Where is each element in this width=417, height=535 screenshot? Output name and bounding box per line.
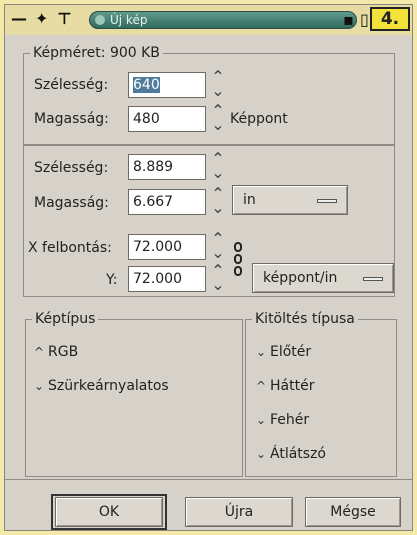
- pixel-width-input[interactable]: 640: [128, 72, 206, 98]
- dropdown-indicator-icon: [317, 199, 337, 203]
- dialog-button-bar: OK Újra Mégse: [5, 479, 412, 532]
- size-unit-select[interactable]: in: [232, 185, 348, 215]
- cancel-button[interactable]: Mégse: [305, 497, 401, 527]
- resolution-unit-select[interactable]: képpont/in: [252, 263, 394, 293]
- reset-button[interactable]: Újra: [185, 497, 293, 527]
- y-resolution-input[interactable]: 72.000: [128, 266, 206, 292]
- stay-on-top-icon[interactable]: ⊤: [57, 9, 72, 29]
- pixel-height-spinner[interactable]: ⌃ ⌄: [210, 103, 226, 133]
- maximize-icon[interactable]: ▯: [360, 10, 369, 30]
- window-title-pill: Új kép: [89, 11, 357, 29]
- print-width-input[interactable]: 8.889: [128, 154, 206, 180]
- y-resolution-spinner[interactable]: ⌃ ⌄: [210, 263, 226, 293]
- image-type-legend: Képtípus: [32, 310, 99, 328]
- image-size-legend: Képméret: 900 KB: [30, 44, 163, 62]
- pixel-width-spinner[interactable]: ⌃ ⌄: [210, 69, 226, 99]
- radio-transparent[interactable]: ⌄ Átlátszó: [256, 444, 326, 464]
- radio-selected-icon: ^: [34, 345, 45, 359]
- print-width-label: Szélesség:: [34, 160, 109, 176]
- radio-unselected-icon: ⌄: [256, 345, 267, 359]
- x-resolution-spinner[interactable]: ⌃ ⌄: [210, 231, 226, 261]
- radio-white[interactable]: ⌄ Fehér: [256, 410, 309, 430]
- print-width-spinner[interactable]: ⌃ ⌄: [210, 151, 226, 181]
- title-dot-icon: [95, 15, 105, 25]
- radio-unselected-icon: ⌄: [34, 379, 45, 393]
- minimize-icon[interactable]: ▪: [343, 10, 354, 30]
- x-resolution-label: X felbontás:: [28, 240, 112, 256]
- ok-button[interactable]: OK: [55, 497, 163, 527]
- radio-foreground[interactable]: ⌄ Előtér: [256, 342, 311, 362]
- pin-icon[interactable]: ✦: [35, 9, 48, 29]
- print-size-group: Szélesség: 8.889 ⌃ ⌄ Magasság: 6.667 ⌃ ⌄ i…: [23, 145, 395, 297]
- y-resolution-label: Y:: [106, 272, 118, 288]
- radio-unselected-icon: ⌄: [256, 447, 267, 461]
- step-badge: 4.: [370, 7, 410, 31]
- print-height-input[interactable]: 6.667: [128, 189, 206, 215]
- image-size-group: Képméret: 900 KB Szélesség: 640 ⌃ ⌄ Magas…: [23, 44, 395, 145]
- new-image-dialog: — ✦ ⊤ Új kép ▪ ▯ 4. Képméret: 900 KB Szé…: [4, 4, 413, 531]
- radio-grayscale[interactable]: ⌄ Szürkeárnyalatos: [34, 376, 169, 396]
- fill-type-legend: Kitöltés típusa: [252, 310, 358, 328]
- radio-unselected-icon: ⌄: [256, 413, 267, 427]
- title-bar: — ✦ ⊤ Új kép ▪ ▯ 4.: [5, 5, 412, 35]
- menu-icon[interactable]: —: [11, 9, 27, 29]
- resolution-unit-value: képpont/in: [263, 270, 338, 286]
- print-height-label: Magasság:: [34, 195, 109, 211]
- print-height-spinner[interactable]: ⌃ ⌄: [210, 186, 226, 216]
- pixel-height-input[interactable]: 480: [128, 106, 206, 132]
- radio-selected-icon: ^: [256, 379, 267, 393]
- pixel-width-label: Szélesség:: [34, 77, 109, 93]
- radio-rgb[interactable]: ^ RGB: [34, 342, 78, 362]
- window-title: Új kép: [110, 13, 148, 27]
- chain-link-icon[interactable]: [232, 242, 244, 280]
- fill-type-group: Kitöltés típusa ⌄ Előtér ^ Háttér ⌄ Fehér ⌄…: [245, 310, 397, 477]
- size-unit-value: in: [243, 192, 256, 208]
- image-type-group: Képtípus ^ RGB ⌄ Szürkeárnyalatos: [25, 310, 243, 477]
- dropdown-indicator-icon: [363, 277, 383, 281]
- x-resolution-input[interactable]: 72.000: [128, 234, 206, 260]
- radio-background[interactable]: ^ Háttér: [256, 376, 314, 396]
- pixel-unit-label: Képpont: [230, 111, 288, 127]
- pixel-height-label: Magasság:: [34, 111, 109, 127]
